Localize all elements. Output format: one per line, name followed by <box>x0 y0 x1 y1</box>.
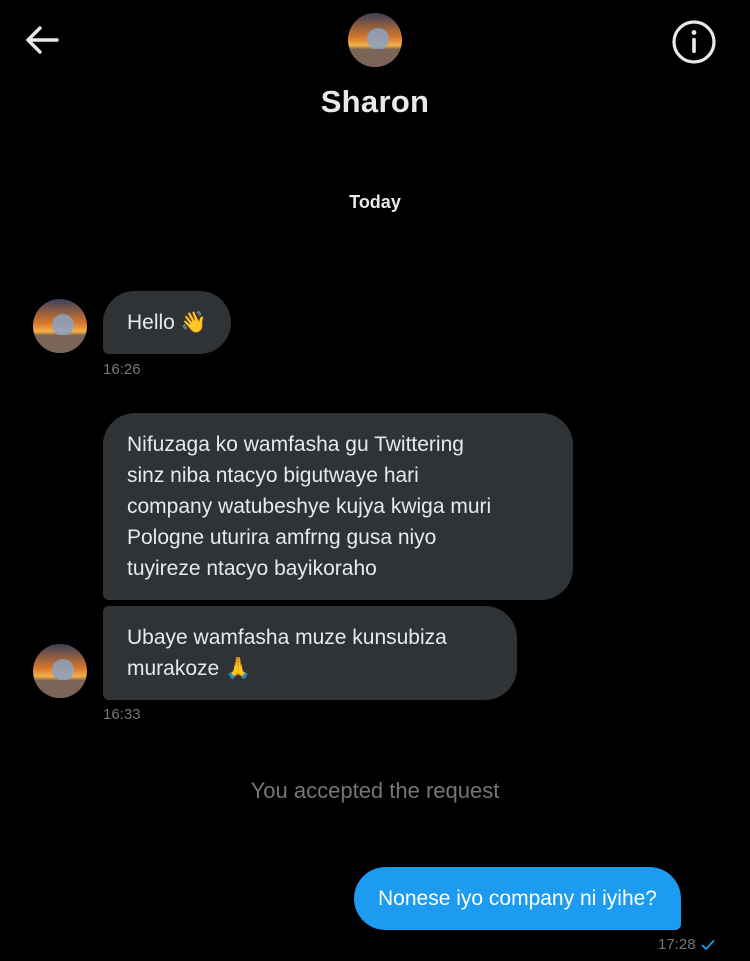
incoming-message[interactable]: Hello 👋 <box>103 291 231 354</box>
message-timestamp: 16:26 <box>103 361 141 378</box>
check-icon <box>701 939 714 950</box>
back-button[interactable] <box>18 16 66 64</box>
incoming-message[interactable]: Nifuzaga ko wamfasha gu Twittering sinz … <box>103 413 573 600</box>
info-circle-icon <box>672 20 716 64</box>
contact-name[interactable]: Sharon <box>0 84 750 120</box>
incoming-message[interactable]: Ubaye wamfasha muze kunsubiza murakoze 🙏 <box>103 606 517 700</box>
arrow-left-icon <box>26 26 59 54</box>
date-divider: Today <box>349 192 401 212</box>
avatar-image <box>33 299 87 353</box>
sender-avatar[interactable] <box>33 644 87 698</box>
outgoing-message[interactable]: Nonese iyo company ni iyihe? <box>354 867 681 930</box>
contact-avatar[interactable] <box>348 13 402 67</box>
message-meta: 17:28 <box>658 936 715 953</box>
message-timestamp: 17:28 <box>658 936 696 953</box>
avatar-image <box>33 644 87 698</box>
sender-avatar[interactable] <box>33 299 87 353</box>
conversation-info-button[interactable] <box>668 16 720 68</box>
message-timestamp: 16:33 <box>103 706 141 723</box>
request-accepted-notice: You accepted the request <box>250 778 500 803</box>
avatar-image <box>348 13 402 67</box>
